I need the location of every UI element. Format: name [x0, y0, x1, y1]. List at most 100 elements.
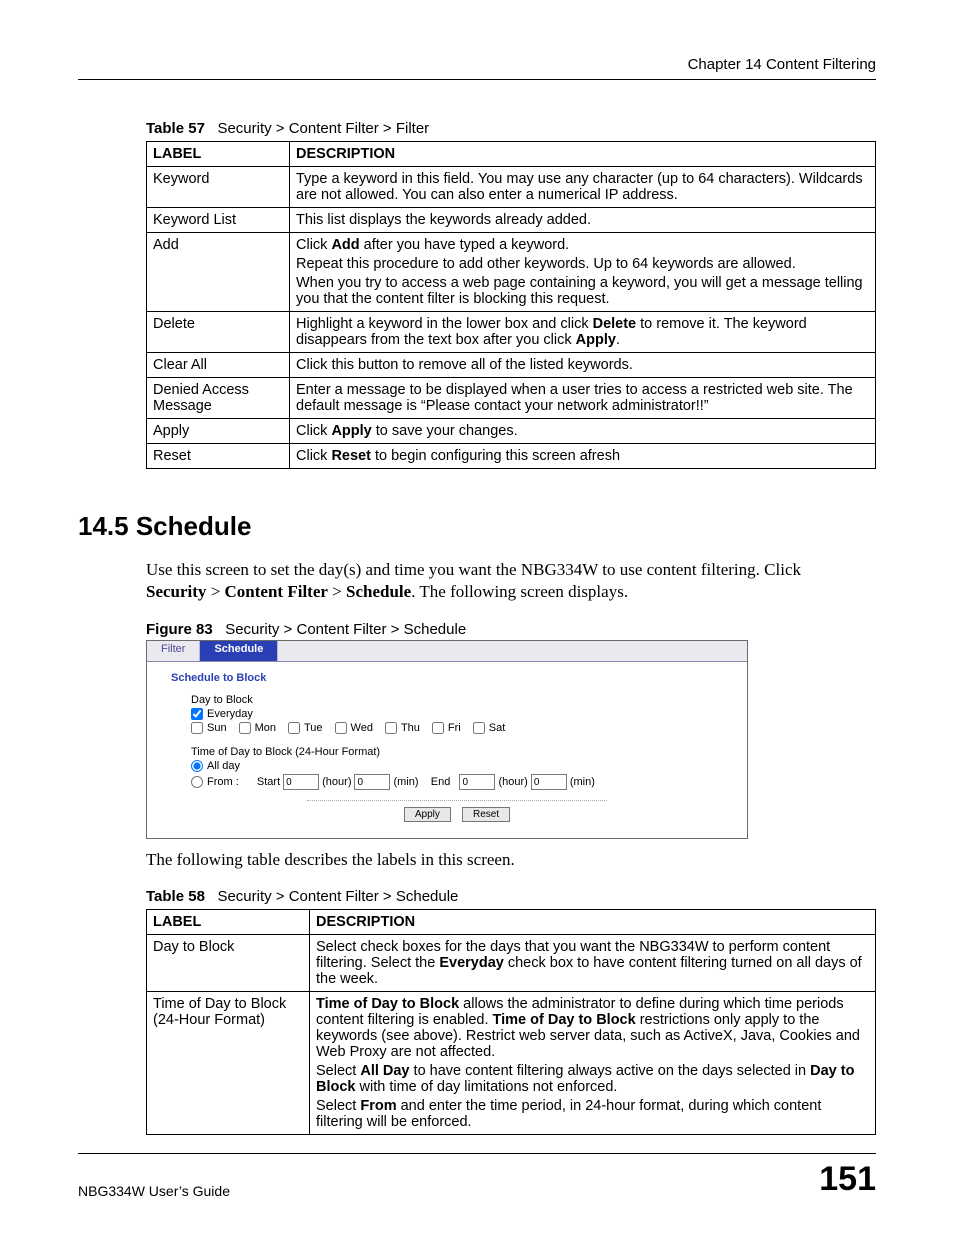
table-row: Denied Access MessageEnter a message to … [147, 378, 876, 419]
day-checkbox-thu[interactable] [385, 722, 397, 734]
time-of-day-label: Time of Day to Block (24-Hour Format) [191, 746, 723, 758]
desc-cell: Time of Day to Block allows the administ… [310, 992, 876, 1135]
intro-post: . The following screen displays. [411, 582, 628, 601]
from-radio[interactable] [191, 776, 203, 788]
start-hour-input[interactable] [283, 774, 319, 790]
table57-caption: Table 57 Security > Content Filter > Fil… [146, 120, 876, 137]
label-cell: Time of Day to Block (24-Hour Format) [147, 992, 310, 1135]
table-row: Day to BlockSelect check boxes for the d… [147, 935, 876, 992]
table-row: KeywordType a keyword in this field. You… [147, 167, 876, 208]
desc-cell: Click Reset to begin configuring this sc… [290, 444, 876, 469]
table57-head-desc: DESCRIPTION [290, 142, 876, 167]
desc-paragraph: When you try to access a web page contai… [296, 275, 869, 307]
breadcrumb-contentfilter: Content Filter [225, 582, 328, 601]
day-label-tue: Tue [304, 722, 323, 734]
table57-number: Table 57 [146, 120, 205, 137]
table58-head-desc: DESCRIPTION [310, 910, 876, 935]
desc-cell: Click Add after you have typed a keyword… [290, 233, 876, 312]
breadcrumb-schedule: Schedule [346, 582, 411, 601]
day-checkbox-wed[interactable] [335, 722, 347, 734]
table-row: Apply Click Apply to save your changes. [147, 419, 876, 444]
everyday-checkbox[interactable] [191, 708, 203, 720]
table-row: Keyword List This list displays the keywo… [147, 208, 876, 233]
page-number: 151 [819, 1160, 876, 1199]
apply-button[interactable]: Apply [404, 807, 451, 822]
desc-cell: Click this button to remove all of the l… [290, 353, 876, 378]
all-day-radio[interactable] [191, 760, 203, 772]
day-checkbox-sat[interactable] [473, 722, 485, 734]
start-hour-unit: (hour) [322, 776, 351, 788]
desc-paragraph: Time of Day to Block allows the administ… [316, 996, 869, 1060]
table-row: Time of Day to Block (24-Hour Format)Tim… [147, 992, 876, 1135]
desc-paragraph: Click Apply to save your changes. [296, 423, 869, 439]
desc-cell: Highlight a keyword in the lower box and… [290, 312, 876, 353]
label-cell: Reset [147, 444, 290, 469]
tab-filter[interactable]: Filter [147, 641, 200, 661]
desc-cell: This list displays the keywords already … [290, 208, 876, 233]
guide-title: NBG334W User’s Guide [78, 1183, 230, 1199]
day-label-mon: Mon [255, 722, 276, 734]
end-min-input[interactable] [531, 774, 567, 790]
label-cell: Denied Access Message [147, 378, 290, 419]
day-checkbox-tue[interactable] [288, 722, 300, 734]
label-cell: Delete [147, 312, 290, 353]
day-label-sat: Sat [489, 722, 506, 734]
desc-paragraph: This list displays the keywords already … [296, 212, 869, 228]
label-cell: Keyword List [147, 208, 290, 233]
day-checkbox-sun[interactable] [191, 722, 203, 734]
tab-bar: Filter Schedule [147, 641, 747, 662]
panel-title: Schedule to Block [147, 662, 747, 692]
after-figure-text: The following table describes the labels… [146, 849, 846, 871]
section-intro: Use this screen to set the day(s) and ti… [146, 559, 846, 603]
label-cell: Day to Block [147, 935, 310, 992]
day-checkbox-fri[interactable] [432, 722, 444, 734]
desc-cell: Click Apply to save your changes. [290, 419, 876, 444]
day-checkbox-mon[interactable] [239, 722, 251, 734]
from-label: From : [207, 776, 239, 788]
intro-pre: Use this screen to set the day(s) and ti… [146, 560, 801, 579]
breadcrumb-security: Security [146, 582, 206, 601]
chapter-header: Chapter 14 Content Filtering [78, 56, 876, 73]
table-row: Add Click Add after you have typed a keyw… [147, 233, 876, 312]
figure83-caption-text: Security > Content Filter > Schedule [225, 621, 466, 638]
desc-paragraph: Click Add after you have typed a keyword… [296, 237, 869, 253]
table58-number: Table 58 [146, 888, 205, 905]
label-cell: Clear All [147, 353, 290, 378]
desc-paragraph: Type a keyword in this field. You may us… [296, 171, 869, 203]
desc-paragraph: Highlight a keyword in the lower box and… [296, 316, 869, 348]
button-bar: Apply Reset [307, 800, 607, 822]
desc-cell: Select check boxes for the days that you… [310, 935, 876, 992]
desc-paragraph: Repeat this procedure to add other keywo… [296, 256, 869, 272]
header-rule [78, 79, 876, 80]
end-min-unit: (min) [570, 776, 595, 788]
figure83-number: Figure 83 [146, 621, 213, 638]
table58-head-label: LABEL [147, 910, 310, 935]
end-hour-input[interactable] [459, 774, 495, 790]
table-row: DeleteHighlight a keyword in the lower b… [147, 312, 876, 353]
table57-caption-text: Security > Content Filter > Filter [217, 120, 429, 137]
day-label-thu: Thu [401, 722, 420, 734]
desc-paragraph: Click Reset to begin configuring this sc… [296, 448, 869, 464]
label-cell: Keyword [147, 167, 290, 208]
desc-cell: Enter a message to be displayed when a u… [290, 378, 876, 419]
day-label-sun: Sun [207, 722, 227, 734]
desc-paragraph: Select All Day to have content filtering… [316, 1063, 869, 1095]
page-footer: NBG334W User’s Guide 151 [78, 1153, 876, 1199]
day-to-block-label: Day to Block [191, 694, 723, 706]
label-cell: Apply [147, 419, 290, 444]
desc-cell: Type a keyword in this field. You may us… [290, 167, 876, 208]
tab-schedule[interactable]: Schedule [200, 641, 278, 661]
table57: LABEL DESCRIPTION KeywordType a keyword … [146, 141, 876, 469]
label-cell: Add [147, 233, 290, 312]
table58: LABEL DESCRIPTION Day to BlockSelect che… [146, 909, 876, 1135]
start-min-input[interactable] [354, 774, 390, 790]
day-label-wed: Wed [351, 722, 373, 734]
start-min-unit: (min) [393, 776, 418, 788]
reset-button[interactable]: Reset [462, 807, 510, 822]
table58-caption-text: Security > Content Filter > Schedule [217, 888, 458, 905]
day-label-fri: Fri [448, 722, 461, 734]
desc-paragraph: Enter a message to be displayed when a u… [296, 382, 869, 414]
everyday-label: Everyday [207, 708, 253, 720]
figure83-caption: Figure 83 Security > Content Filter > Sc… [146, 621, 876, 638]
table57-head-label: LABEL [147, 142, 290, 167]
